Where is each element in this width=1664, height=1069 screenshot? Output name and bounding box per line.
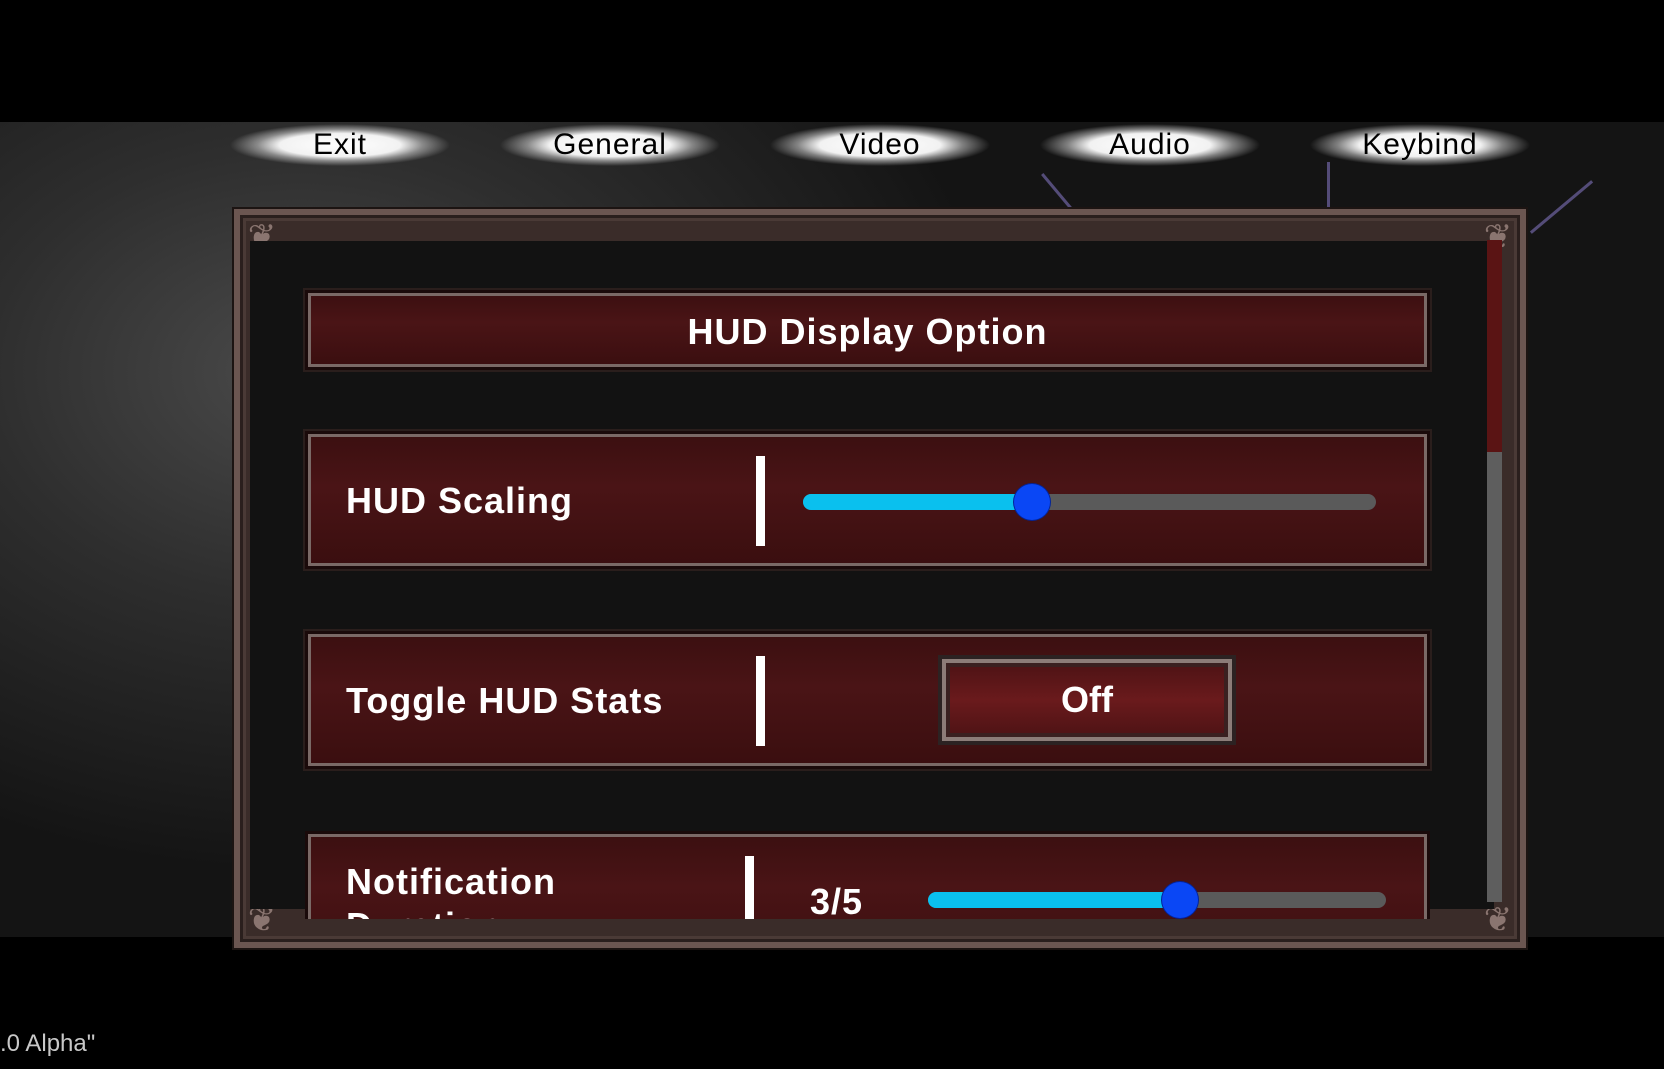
row-divider	[756, 456, 765, 546]
notification-duration-slider-knob[interactable]	[1161, 882, 1198, 918]
notification-duration-slider-fill	[928, 892, 1180, 908]
notification-duration-slider[interactable]	[928, 882, 1386, 918]
hud-scaling-slider-knob[interactable]	[1014, 484, 1051, 520]
row-divider	[756, 656, 765, 746]
setting-row-hud-scaling: HUD Scaling	[305, 431, 1430, 569]
setting-row-toggle-hud-stats: Toggle HUD Stats	[305, 631, 1430, 769]
section-header: HUD Display Option	[305, 290, 1430, 370]
tab-exit[interactable]: Exit	[230, 124, 450, 166]
notification-row-clip: Notification Duration 3/5	[305, 831, 1430, 919]
toggle-hud-stats-button[interactable]: Off	[938, 655, 1236, 745]
tab-general[interactable]: General	[500, 124, 720, 166]
version-text: .0 Alpha"	[0, 1030, 96, 1057]
hud-scaling-label: HUD Scaling	[346, 480, 574, 521]
settings-scrollbar-thumb[interactable]	[1487, 240, 1502, 452]
tab-video[interactable]: Video	[770, 124, 990, 166]
settings-tab-bar: Exit General Video Audio Keybind	[230, 122, 1530, 170]
hud-scaling-slider-fill	[803, 494, 1033, 510]
notification-duration-value: 3/5	[810, 881, 864, 919]
row-divider	[745, 856, 754, 919]
settings-scrollbar[interactable]	[1487, 240, 1502, 902]
setting-row-notification-duration: Notification Duration 3/5	[305, 831, 1430, 919]
section-title: HUD Display Option	[687, 311, 1048, 352]
hud-scaling-slider[interactable]	[803, 484, 1376, 520]
notification-duration-label: Notification Duration	[346, 861, 556, 919]
tab-audio[interactable]: Audio	[1040, 124, 1260, 166]
tab-keybind[interactable]: Keybind	[1310, 124, 1530, 166]
background-crystal-decoration	[1529, 180, 1594, 234]
toggle-hud-stats-label: Toggle HUD Stats	[346, 680, 664, 721]
